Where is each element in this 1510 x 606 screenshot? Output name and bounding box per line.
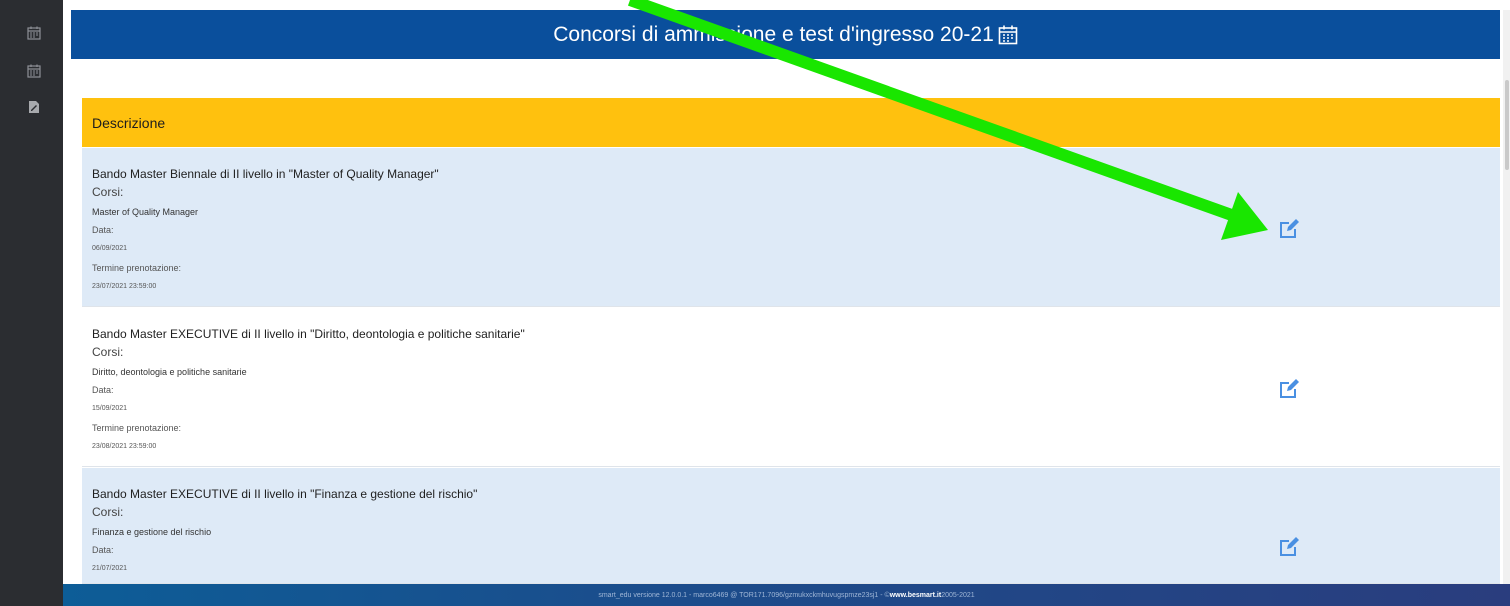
sidebar	[0, 0, 63, 606]
data-label: Data:	[92, 225, 114, 235]
table-header: Descrizione	[82, 98, 1500, 147]
calendar-icon[interactable]	[27, 26, 41, 40]
data-value: 06/09/2021	[92, 245, 128, 252]
corsi-value: Master of Quality Manager	[92, 207, 199, 217]
termine-value: 23/07/2021 23:59:00	[92, 283, 157, 290]
row-title: Bando Master EXECUTIVE di II livello in …	[92, 327, 525, 341]
footer: smart_edu versione 12.0.0.1 - marco6469 …	[63, 584, 1510, 606]
data-value: 21/07/2021	[92, 565, 128, 572]
edit-icon[interactable]	[1278, 218, 1300, 240]
corsi-value: Finanza e gestione del rischio	[92, 527, 212, 537]
table-row: Bando Master Biennale di II livello in "…	[82, 148, 1500, 307]
top-strip	[63, 0, 1510, 10]
edit-icon[interactable]	[1278, 536, 1300, 558]
corsi-label: Corsi:	[92, 345, 124, 359]
footer-link[interactable]: www.besmart.it	[890, 592, 941, 599]
calendar-icon[interactable]	[27, 64, 41, 78]
data-value: 15/09/2021	[92, 405, 128, 412]
termine-label: Termine prenotazione:	[92, 263, 182, 273]
calendar-icon	[998, 25, 1018, 44]
footer-years: 2005-2021	[941, 591, 975, 599]
row-title: Bando Master Biennale di II livello in "…	[92, 167, 439, 181]
data-label: Data:	[92, 545, 114, 555]
termine-label: Termine prenotazione:	[92, 423, 182, 433]
table-row: Bando Master EXECUTIVE di II livello in …	[82, 468, 1500, 584]
scrollbar-thumb[interactable]	[1505, 80, 1509, 170]
row-title: Bando Master EXECUTIVE di II livello in …	[92, 487, 478, 501]
table-row: Bando Master EXECUTIVE di II livello in …	[82, 308, 1500, 467]
corsi-label: Corsi:	[92, 505, 124, 519]
column-header-descrizione: Descrizione	[92, 114, 166, 131]
page-title: Concorsi di ammissione e test d'ingresso…	[553, 22, 994, 46]
footer-text: smart_edu versione 12.0.0.1 - marco6469 …	[598, 591, 890, 599]
corsi-value: Diritto, deontologia e politiche sanitar…	[92, 367, 247, 377]
termine-value: 23/08/2021 23:59:00	[92, 443, 157, 450]
file-pdf-icon[interactable]	[27, 100, 41, 114]
edit-icon[interactable]	[1278, 378, 1300, 400]
data-label: Data:	[92, 385, 114, 395]
corsi-label: Corsi:	[92, 185, 124, 199]
page-header: Concorsi di ammissione e test d'ingresso…	[71, 10, 1500, 59]
